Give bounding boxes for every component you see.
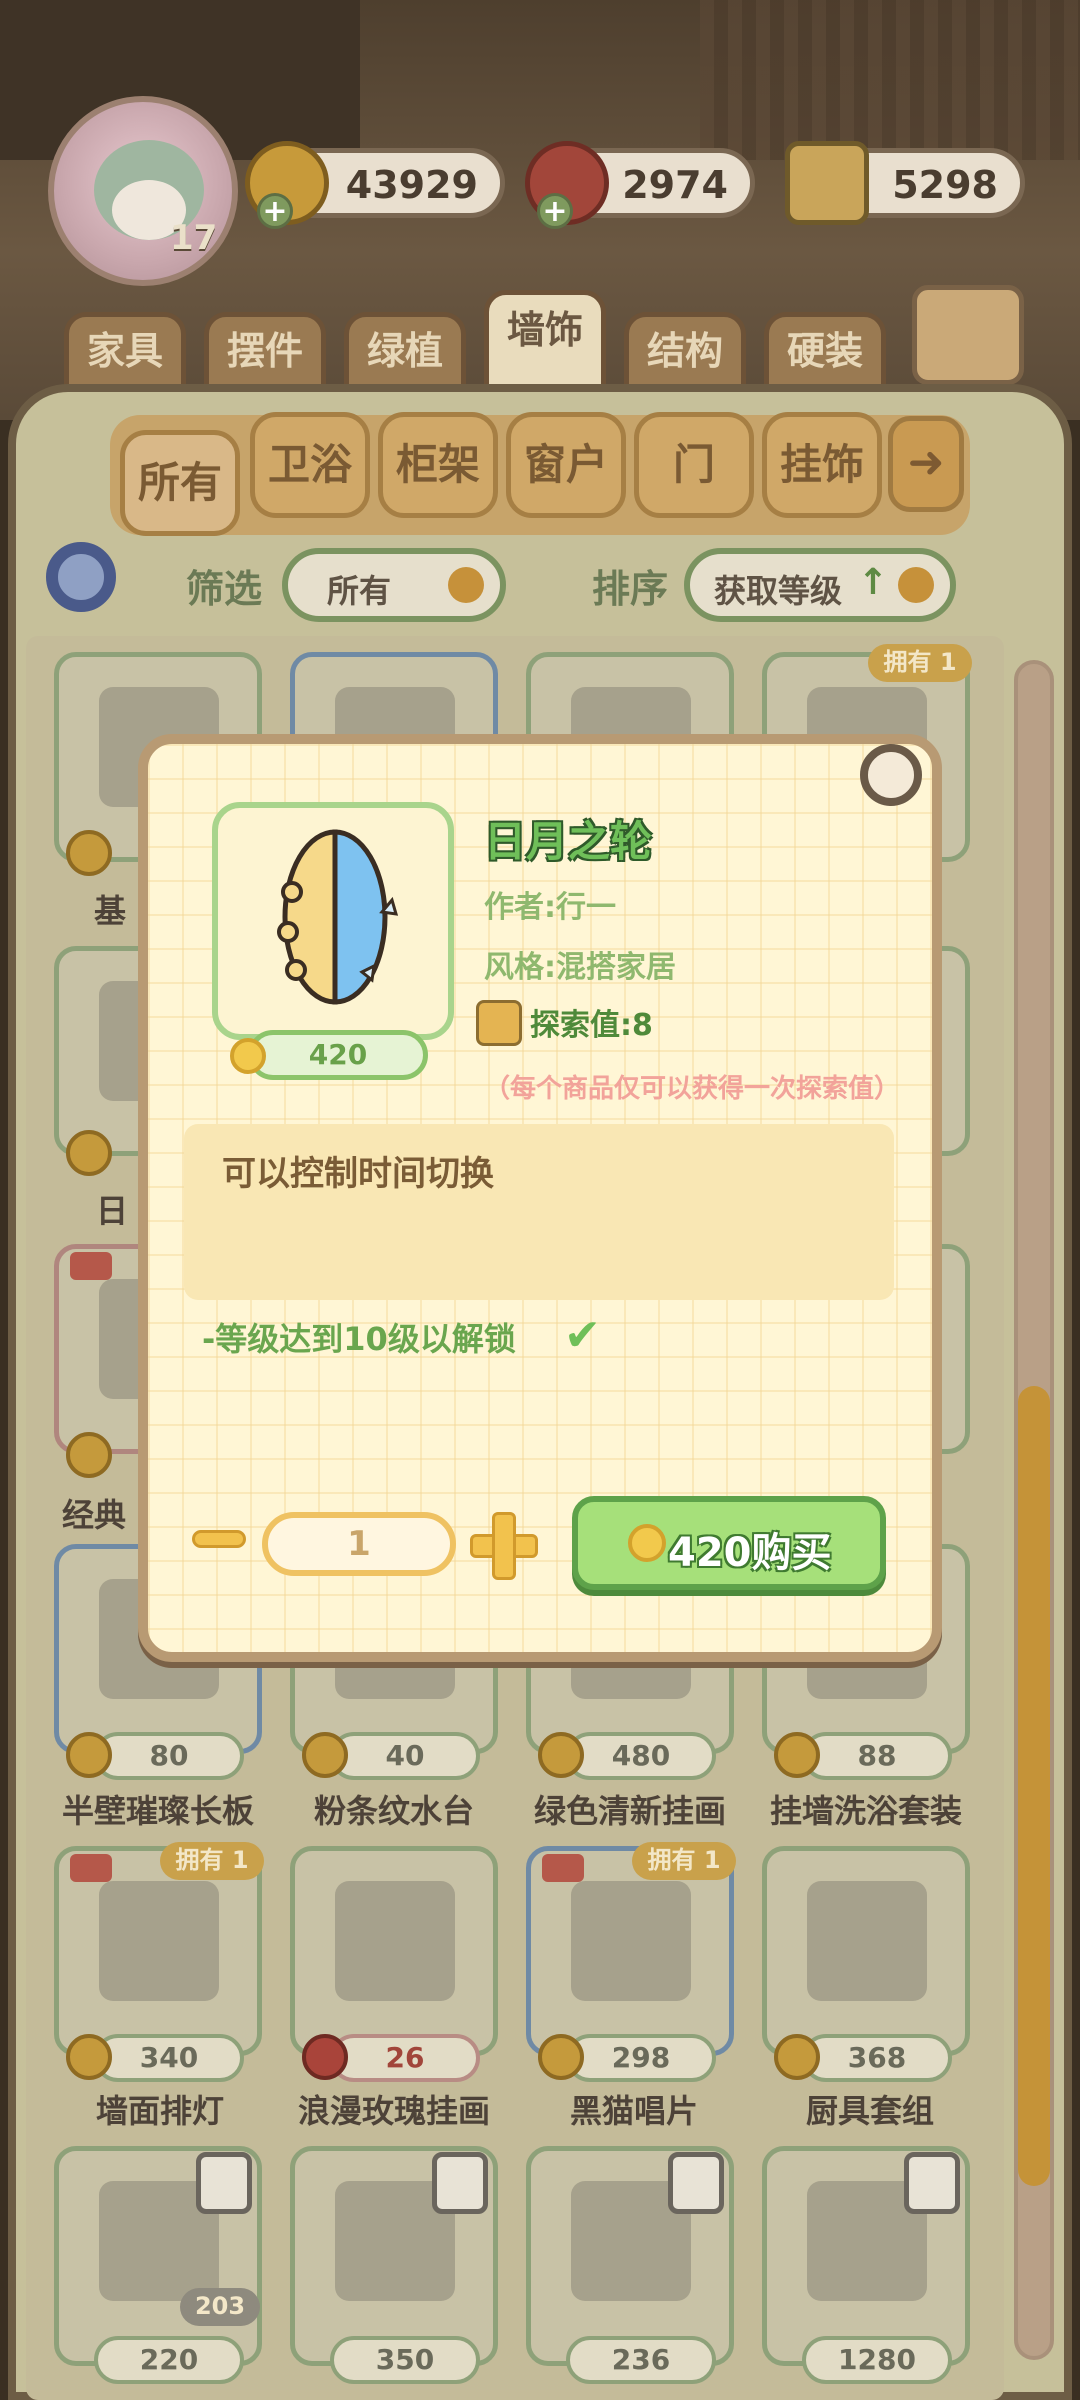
item-description: 可以控制时间切换: [222, 1154, 494, 1194]
buy-button-label: 420购买: [668, 1530, 832, 1576]
item-author: 作者:行一: [484, 890, 616, 925]
checkmark-icon: ✔: [564, 1310, 601, 1361]
explore-book-icon: [476, 1000, 522, 1046]
preview-price-tag: 420: [248, 1030, 428, 1080]
item-title: 日月之轮: [484, 817, 653, 866]
sun-moon-wheel-icon: [277, 829, 399, 1005]
coin-icon: [628, 1524, 666, 1562]
explore-note: （每个商品仅可以获得一次探索值）: [484, 1074, 901, 1104]
explore-value: 探索值:8: [530, 1008, 653, 1043]
quantity-input[interactable]: 1: [262, 1512, 456, 1576]
coin-icon: [230, 1038, 266, 1074]
buy-button[interactable]: 420购买: [572, 1496, 886, 1590]
close-icon[interactable]: [860, 744, 922, 806]
quantity-decrease-button[interactable]: [192, 1530, 246, 1548]
quantity-increase-button[interactable]: [470, 1512, 538, 1580]
item-style: 风格:混搭家居: [484, 950, 676, 985]
unlock-requirement: -等级达到10级以解锁: [202, 1320, 516, 1358]
